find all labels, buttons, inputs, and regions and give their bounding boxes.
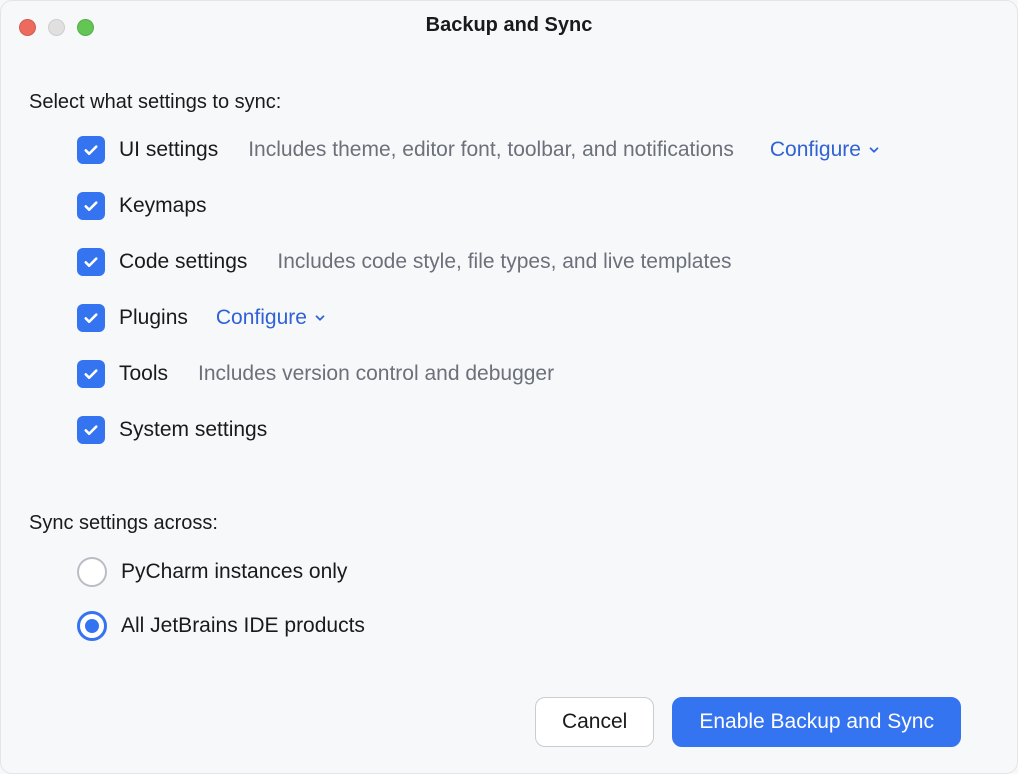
scope-option-pycharm-only[interactable]: PyCharm instances only xyxy=(77,557,989,587)
dialog-footer: Cancel Enable Backup and Sync xyxy=(29,697,989,773)
cancel-button[interactable]: Cancel xyxy=(535,697,654,747)
select-settings-label: Select what settings to sync: xyxy=(29,91,989,114)
checkbox-tools[interactable] xyxy=(77,360,105,388)
setting-description: Includes version control and debugger xyxy=(198,362,554,386)
scope-option-label: All JetBrains IDE products xyxy=(121,614,365,638)
checkbox-system-settings[interactable] xyxy=(77,416,105,444)
setting-label: Keymaps xyxy=(119,194,207,218)
window-close-button[interactable] xyxy=(19,19,36,36)
setting-label: System settings xyxy=(119,418,267,442)
checkmark-icon xyxy=(82,253,100,271)
checkmark-icon xyxy=(82,309,100,327)
checkmark-icon xyxy=(82,421,100,439)
window-controls xyxy=(19,19,94,36)
setting-row-plugins: Plugins Configure xyxy=(77,304,989,332)
configure-link-text: Configure xyxy=(216,306,307,330)
scope-option-all-ides[interactable]: All JetBrains IDE products xyxy=(77,611,989,641)
checkmark-icon xyxy=(82,141,100,159)
dialog-content: Select what settings to sync: UI setting… xyxy=(1,49,1017,773)
checkbox-ui-settings[interactable] xyxy=(77,136,105,164)
setting-label: Plugins xyxy=(119,306,188,330)
enable-backup-and-sync-button[interactable]: Enable Backup and Sync xyxy=(672,697,961,747)
window-minimize-button[interactable] xyxy=(48,19,65,36)
sync-across-label: Sync settings across: xyxy=(29,512,989,535)
checkmark-icon xyxy=(82,365,100,383)
scope-radio-group: PyCharm instances only All JetBrains IDE… xyxy=(29,557,989,641)
setting-row-tools: Tools Includes version control and debug… xyxy=(77,360,989,388)
setting-label: Tools xyxy=(119,362,168,386)
setting-description: Includes code style, file types, and liv… xyxy=(277,250,731,274)
setting-row-code: Code settings Includes code style, file … xyxy=(77,248,989,276)
setting-description: Includes theme, editor font, toolbar, an… xyxy=(248,138,734,162)
radio-all-ides[interactable] xyxy=(77,611,107,641)
chevron-down-icon xyxy=(313,311,327,325)
setting-row-keymaps: Keymaps xyxy=(77,192,989,220)
configure-ui-settings-link[interactable]: Configure xyxy=(770,138,881,162)
checkmark-icon xyxy=(82,197,100,215)
titlebar: Backup and Sync xyxy=(1,1,1017,49)
settings-list: UI settings Includes theme, editor font,… xyxy=(29,136,989,444)
backup-and-sync-dialog: Backup and Sync Select what settings to … xyxy=(0,0,1018,774)
radio-pycharm-only[interactable] xyxy=(77,557,107,587)
checkbox-keymaps[interactable] xyxy=(77,192,105,220)
configure-plugins-link[interactable]: Configure xyxy=(216,306,327,330)
checkbox-code-settings[interactable] xyxy=(77,248,105,276)
checkbox-plugins[interactable] xyxy=(77,304,105,332)
setting-row-system: System settings xyxy=(77,416,989,444)
setting-label: Code settings xyxy=(119,250,247,274)
dialog-title: Backup and Sync xyxy=(426,14,593,37)
window-maximize-button[interactable] xyxy=(77,19,94,36)
configure-link-text: Configure xyxy=(770,138,861,162)
setting-label: UI settings xyxy=(119,138,218,162)
chevron-down-icon xyxy=(867,143,881,157)
setting-row-ui: UI settings Includes theme, editor font,… xyxy=(77,136,989,164)
scope-option-label: PyCharm instances only xyxy=(121,560,347,584)
